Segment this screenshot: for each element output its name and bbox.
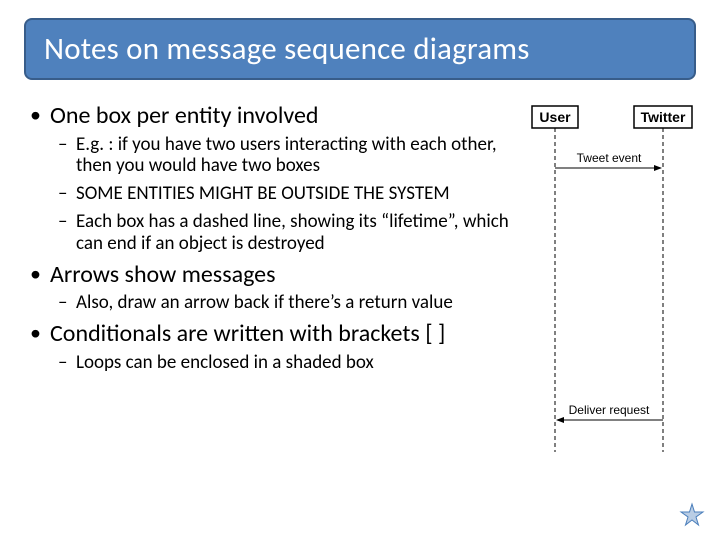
entity-label-user: User bbox=[539, 109, 571, 125]
bullet-lvl1: Conditionals are written with brackets [… bbox=[24, 320, 520, 348]
bullet-lvl2: Each box has a dashed line, showing its … bbox=[24, 211, 520, 255]
message-label-tweet: Tweet event bbox=[577, 151, 642, 165]
message-label-deliver: Deliver request bbox=[569, 403, 650, 417]
bullet-lvl2: Also, draw an arrow back if there’s a re… bbox=[24, 292, 520, 314]
bullet-lvl1: Arrows show messages bbox=[24, 261, 520, 289]
bullet-list: One box per entity involved E.g. : if yo… bbox=[24, 102, 520, 374]
bullet-lvl1: One box per entity involved bbox=[24, 102, 520, 130]
bullet-lvl2: SOME ENTITIES MIGHT BE OUTSIDE THE SYSTE… bbox=[24, 183, 520, 205]
slide-title: Notes on message sequence diagrams bbox=[24, 18, 696, 80]
sequence-diagram: User Twitter Tweet event Deliver request bbox=[528, 102, 696, 467]
entity-label-twitter: Twitter bbox=[641, 109, 686, 125]
star-icon bbox=[678, 502, 706, 530]
text-column: One box per entity involved E.g. : if yo… bbox=[24, 102, 528, 467]
content-area: One box per entity involved E.g. : if yo… bbox=[24, 102, 696, 467]
bullet-lvl2: Loops can be enclosed in a shaded box bbox=[24, 352, 520, 374]
sequence-diagram-svg: User Twitter Tweet event Deliver request bbox=[528, 102, 696, 462]
bullet-lvl2: E.g. : if you have two users interacting… bbox=[24, 134, 520, 178]
